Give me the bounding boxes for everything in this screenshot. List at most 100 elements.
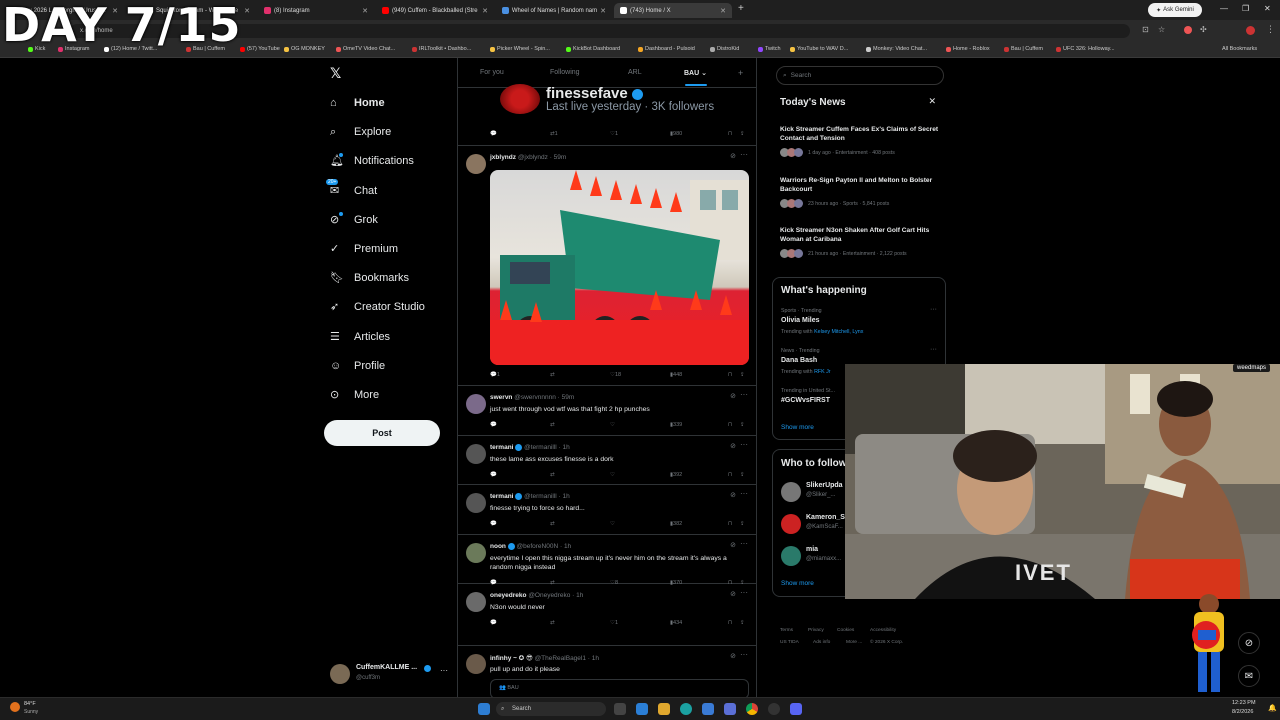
post-button[interactable]: Post bbox=[324, 420, 440, 446]
more-dots-icon[interactable]: ··· bbox=[740, 150, 748, 159]
edge-icon[interactable] bbox=[680, 703, 692, 715]
star-icon[interactable]: ☆ bbox=[1158, 25, 1165, 34]
trend-item[interactable]: Sports · Trending ··· Olivia Miles Trending… bbox=[773, 306, 945, 344]
share-icon[interactable]: ⇪ bbox=[740, 422, 745, 428]
bookmark-item[interactable]: DistroKid bbox=[710, 46, 739, 52]
share-icon[interactable]: ⇪ bbox=[740, 521, 745, 527]
ask-gemini-button[interactable]: ✦ Ask Gemini bbox=[1148, 3, 1202, 17]
footer-link[interactable]: Accessibility bbox=[870, 628, 896, 633]
tab-arl[interactable]: ARL bbox=[628, 69, 642, 76]
tab-bau[interactable]: BAU ⌄ bbox=[684, 69, 707, 77]
reply-icon[interactable]: 💬 bbox=[490, 131, 497, 137]
maximize-icon[interactable]: ❐ bbox=[1242, 4, 1249, 13]
views-icon[interactable]: ▮ 434 bbox=[670, 620, 682, 626]
footer-link[interactable]: Privacy bbox=[808, 628, 824, 633]
retweet-icon[interactable]: ⇄ bbox=[550, 472, 555, 478]
news-item[interactable]: Kick Streamer Cuffem Faces Ex's Claims o… bbox=[772, 126, 946, 166]
show-more-link[interactable]: Show more bbox=[781, 580, 814, 587]
nav-item-creator-studio[interactable]: ➶ Creator Studio bbox=[330, 301, 425, 313]
extensions-puzzle-icon[interactable]: ✣ bbox=[1200, 25, 1207, 34]
x-logo-icon[interactable]: 𝕏 bbox=[330, 66, 341, 82]
tweet[interactable]: oneyedreko @Oneyedreko · 1h ⊘ ··· N3on woul… bbox=[458, 584, 756, 646]
grok-icon[interactable]: ⊘ bbox=[730, 541, 736, 549]
browser-tab[interactable]: (949) Cuffem - Blackballed (Stre ✕ bbox=[376, 3, 494, 18]
more-dots-icon[interactable]: ··· bbox=[740, 440, 748, 449]
nav-item-articles[interactable]: ☰ Articles bbox=[330, 331, 390, 343]
live-card-post[interactable]: finessefave Last live yesterday · 3K fol… bbox=[458, 84, 756, 146]
photos-icon[interactable] bbox=[636, 703, 648, 715]
bookmark-item[interactable]: (57) YouTube bbox=[240, 46, 280, 52]
nav-item-premium[interactable]: ✓ Premium bbox=[330, 243, 398, 255]
like-icon[interactable]: ♡ 1 bbox=[610, 620, 618, 626]
nav-item-more[interactable]: ⊙ More bbox=[330, 389, 379, 401]
all-bookmarks-button[interactable]: All Bookmarks bbox=[1222, 46, 1257, 52]
like-icon[interactable]: ♡ 18 bbox=[610, 372, 621, 378]
grok-icon[interactable]: ⊘ bbox=[730, 152, 736, 160]
tweet[interactable]: swervn @swervnnnnn · 59m ⊘ ··· just went th… bbox=[458, 386, 756, 436]
notification-bell-icon[interactable]: 🔔 bbox=[1268, 704, 1277, 712]
bookmark-item[interactable]: Monkey: Video Chat... bbox=[866, 46, 927, 52]
like-icon[interactable]: ♡ bbox=[610, 472, 615, 478]
bookmark-item[interactable]: OG MONKEY bbox=[284, 46, 325, 52]
footer-link[interactable]: Terms bbox=[780, 628, 793, 633]
tab-following[interactable]: Following bbox=[550, 69, 580, 76]
views-icon[interactable]: ▮ 382 bbox=[670, 521, 682, 527]
bookmark-item[interactable]: Twitch bbox=[758, 46, 781, 52]
reply-icon[interactable]: 💬 1 bbox=[490, 372, 500, 378]
browser-tab[interactable]: (8) Instagram ✕ bbox=[258, 3, 374, 18]
nav-item-explore[interactable]: ⌕ Explore bbox=[330, 126, 391, 138]
bookmark-item[interactable]: OmeTV Video Chat... bbox=[336, 46, 395, 52]
footer-link[interactable]: © 2026 X Corp. bbox=[870, 640, 903, 645]
news-item[interactable]: Kick Streamer N3on Shaken After Golf Car… bbox=[772, 227, 946, 267]
menu-kebab-icon[interactable]: ⋮ bbox=[1266, 24, 1275, 35]
share-icon[interactable]: ⇪ bbox=[740, 472, 745, 478]
minimize-icon[interactable]: — bbox=[1220, 4, 1228, 13]
close-tab-icon[interactable]: ✕ bbox=[482, 7, 488, 15]
like-icon[interactable]: ♡ 1 bbox=[610, 131, 618, 137]
nav-item-notifications[interactable]: 🔔︎ Notifications bbox=[330, 153, 414, 167]
bookmark-icon[interactable]: ⊓ bbox=[728, 372, 732, 378]
quoted-tweet[interactable]: 👥 BAU bbox=[490, 679, 749, 698]
new-tab-icon[interactable]: + bbox=[738, 3, 744, 14]
search-input[interactable]: ⌕ Search bbox=[776, 66, 944, 85]
task-view-icon[interactable] bbox=[614, 703, 626, 715]
reply-icon[interactable]: 💬 bbox=[490, 521, 497, 527]
retweet-icon[interactable]: ⇄ bbox=[550, 422, 555, 428]
grok-icon[interactable]: ⊘ bbox=[730, 652, 736, 660]
tab-for-you[interactable]: For you bbox=[480, 69, 504, 76]
news-item[interactable]: Warriors Re-Sign Payton II and Melton to… bbox=[772, 177, 946, 217]
more-dots-icon[interactable]: ··· bbox=[930, 346, 937, 353]
browser-tab-active[interactable]: (743) Home / X ✕ bbox=[614, 3, 732, 18]
grok-icon[interactable]: ⊘ bbox=[730, 491, 736, 499]
messages-float-button[interactable]: ✉ bbox=[1238, 665, 1260, 687]
discord-icon[interactable] bbox=[790, 703, 802, 715]
tweet[interactable]: noon @beforeN00N · 1h ⊘ ··· everytime I ope… bbox=[458, 535, 756, 586]
retweet-icon[interactable]: ⇄ bbox=[550, 620, 555, 626]
tweet[interactable]: infinhy ~ ✪ 😎 @TheRealBagel1 · 1h ⊘ ··· … bbox=[458, 646, 756, 698]
bookmark-icon[interactable]: ⊓ bbox=[728, 521, 732, 527]
windows-start-icon[interactable] bbox=[478, 703, 490, 715]
store-icon[interactable] bbox=[702, 703, 714, 715]
more-dots-icon[interactable]: ··· bbox=[740, 539, 748, 548]
grok-icon[interactable]: ⊘ bbox=[730, 392, 736, 400]
bookmark-item[interactable]: Bau | Cuffem bbox=[1004, 46, 1043, 52]
bookmark-icon[interactable]: ⊓ bbox=[728, 131, 732, 137]
tweet-media-image[interactable] bbox=[490, 170, 749, 365]
file-explorer-icon[interactable] bbox=[658, 703, 670, 715]
retweet-icon[interactable]: ⇄ 1 bbox=[550, 131, 558, 137]
footer-link[interactable]: US TIDA bbox=[780, 640, 799, 645]
share-icon[interactable]: ⇪ bbox=[740, 131, 745, 137]
grok-icon[interactable]: ⊘ bbox=[730, 442, 736, 450]
tweet[interactable]: termani @termanilll · 1h ⊘ ··· these lame a… bbox=[458, 436, 756, 485]
taskbar-search-input[interactable]: ⌕ Search bbox=[496, 702, 606, 716]
obs-icon[interactable] bbox=[768, 703, 780, 715]
account-switcher[interactable]: CuffemKALLME ... @cuff3m ··· bbox=[330, 662, 450, 686]
grok-icon[interactable]: ⊘ bbox=[730, 590, 736, 598]
reply-icon[interactable]: 💬 bbox=[490, 620, 497, 626]
more-dots-icon[interactable]: ··· bbox=[740, 588, 748, 597]
bookmark-item[interactable]: Home - Roblox bbox=[946, 46, 990, 52]
more-dots-icon[interactable]: ··· bbox=[740, 489, 748, 498]
close-icon[interactable]: ✕ bbox=[928, 96, 936, 107]
more-dots-icon[interactable]: ··· bbox=[440, 666, 448, 675]
like-icon[interactable]: ♡ bbox=[610, 521, 615, 527]
